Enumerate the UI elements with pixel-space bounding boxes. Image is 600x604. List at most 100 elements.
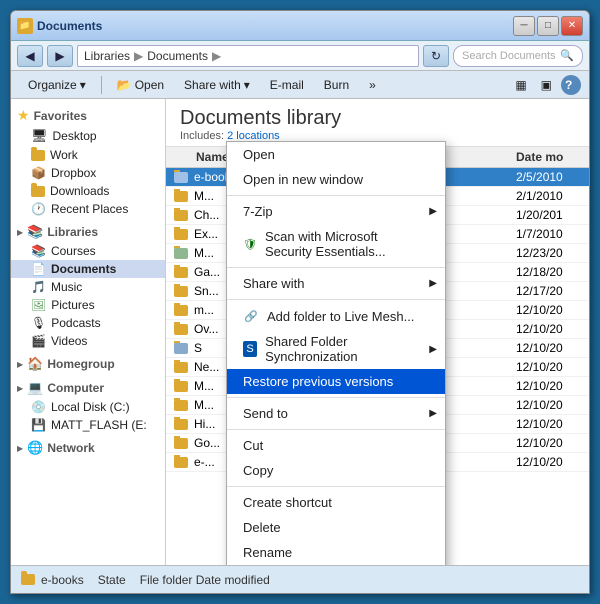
mesh-icon: 🔗 <box>243 308 259 324</box>
computer-icon: 💻 <box>27 380 43 396</box>
folder-icon <box>174 248 188 259</box>
file-date-cell: 12/10/20 <box>516 379 589 393</box>
folder-icon <box>174 305 188 316</box>
toolbar: Organize ▾ 📂 Open Share with ▾ E-mail Bu… <box>11 71 589 99</box>
computer-header[interactable]: ▶ 💻 Computer <box>11 378 165 398</box>
toolbar-separator <box>101 76 102 94</box>
help-button[interactable]: ? <box>561 75 581 95</box>
path-segment[interactable]: Documents <box>147 49 208 63</box>
ctx-open[interactable]: Open <box>227 142 445 167</box>
usb-icon: 💾 <box>31 418 46 432</box>
pictures-icon: 🖼 <box>31 298 46 312</box>
title-bar-left: 📁 Documents <box>17 18 102 34</box>
status-state: State <box>98 573 126 587</box>
maximize-button[interactable]: □ <box>537 16 559 36</box>
sidebar-item-courses[interactable]: 📚 Courses <box>11 242 165 260</box>
pane-button[interactable]: ▣ <box>536 75 557 95</box>
folder-icon <box>174 229 188 240</box>
favorites-header[interactable]: ★ Favorites <box>11 105 165 126</box>
ctx-send-to[interactable]: Send to ▶ <box>227 401 445 426</box>
close-button[interactable]: ✕ <box>561 16 583 36</box>
path-separator: ▶ <box>134 49 143 63</box>
sidebar-item-local-disk[interactable]: 💿 Local Disk (C:) <box>11 398 165 416</box>
view-button[interactable]: ▦ <box>510 75 531 95</box>
folder-icon <box>174 419 188 430</box>
ctx-7zip[interactable]: 7-Zip ▶ <box>227 199 445 224</box>
sidebar-item-recent-places[interactable]: 🕐 Recent Places <box>11 200 165 218</box>
file-date-cell: 12/10/20 <box>516 436 589 450</box>
sidebar-item-videos[interactable]: 🎬 Videos <box>11 332 165 350</box>
window-controls: ─ □ ✕ <box>513 16 583 36</box>
organize-button[interactable]: Organize ▾ <box>19 75 95 95</box>
share-with-button[interactable]: Share with ▾ <box>175 75 259 95</box>
sidebar-item-flash[interactable]: 💾 MATT_FLASH (E: <box>11 416 165 434</box>
network-section: ▶ 🌐 Network <box>11 438 165 458</box>
search-box[interactable]: Search Documents 🔍 <box>453 45 583 67</box>
sidebar-item-pictures[interactable]: 🖼 Pictures <box>11 296 165 314</box>
chevron-down-icon: ▾ <box>80 78 86 92</box>
dropbox-icon: 📦 <box>31 166 46 180</box>
address-bar: ◀ ▶ Libraries ▶ Documents ▶ ↻ Search Doc… <box>11 41 589 71</box>
ctx-share-with[interactable]: Share with ▶ <box>227 271 445 296</box>
homegroup-icon: 🏠 <box>27 356 43 372</box>
sidebar-item-work[interactable]: Work <box>11 146 165 164</box>
ctx-copy[interactable]: Copy <box>227 458 445 483</box>
folder-icon: 📂 <box>117 78 132 92</box>
libraries-header[interactable]: ▶ 📚 Libraries <box>11 222 165 242</box>
ctx-add-live-mesh[interactable]: 🔗 Add folder to Live Mesh... <box>227 303 445 329</box>
ctx-open-new-window[interactable]: Open in new window <box>227 167 445 192</box>
expand-icon: ▶ <box>17 384 23 393</box>
ctx-rename[interactable]: Rename <box>227 540 445 565</box>
ctx-restore-versions[interactable]: Restore previous versions <box>227 369 445 394</box>
ctx-create-shortcut[interactable]: Create shortcut <box>227 490 445 515</box>
sidebar-item-dropbox[interactable]: 📦 Dropbox <box>11 164 165 182</box>
file-date-cell: 12/10/20 <box>516 303 589 317</box>
folder-icon <box>174 324 188 335</box>
main-area: ★ Favorites 🖥 Desktop Work 📦 Dropbox <box>11 99 589 565</box>
folder-icon <box>174 343 188 354</box>
open-button[interactable]: 📂 Open <box>108 75 173 95</box>
folder-icon <box>31 186 45 197</box>
status-folder-icon <box>21 574 35 585</box>
sidebar-item-documents[interactable]: 📄 Documents <box>11 260 165 278</box>
sidebar-item-desktop[interactable]: 🖥 Desktop <box>11 126 165 146</box>
submenu-arrow-icon: ▶ <box>429 408 437 419</box>
window-title: Documents <box>37 19 102 33</box>
minimize-button[interactable]: ─ <box>513 16 535 36</box>
file-date-cell: 12/23/20 <box>516 246 589 260</box>
forward-button[interactable]: ▶ <box>47 45 73 67</box>
status-detail: State <box>98 573 126 587</box>
sidebar-item-downloads[interactable]: Downloads <box>11 182 165 200</box>
more-button[interactable]: » <box>360 75 385 95</box>
homegroup-header[interactable]: ▶ 🏠 Homegroup <box>11 354 165 374</box>
folder-icon <box>174 267 188 278</box>
col-date-header[interactable]: Date mo <box>516 150 589 164</box>
sidebar-item-music[interactable]: 🎵 Music <box>11 278 165 296</box>
file-date-cell: 12/17/20 <box>516 284 589 298</box>
file-date-cell: 12/18/20 <box>516 265 589 279</box>
ctx-scan[interactable]: 🛡 Scan with Microsoft Security Essential… <box>227 224 445 264</box>
burn-button[interactable]: Burn <box>315 75 358 95</box>
courses-icon: 📚 <box>31 244 46 258</box>
ctx-delete[interactable]: Delete <box>227 515 445 540</box>
ctx-shared-sync[interactable]: S Shared Folder Synchronization ▶ <box>227 329 445 369</box>
address-path[interactable]: Libraries ▶ Documents ▶ <box>77 45 419 67</box>
status-bar: e-books State File folder Date modified <box>11 565 589 593</box>
folder-icon <box>174 400 188 411</box>
folder-icon <box>174 381 188 392</box>
refresh-button[interactable]: ↻ <box>423 45 449 67</box>
network-header[interactable]: ▶ 🌐 Network <box>11 438 165 458</box>
submenu-arrow-icon: ▶ <box>429 278 437 289</box>
file-date-cell: 2/1/2010 <box>516 189 589 203</box>
ctx-cut[interactable]: Cut <box>227 433 445 458</box>
podcasts-icon: 🎙 <box>31 316 46 330</box>
network-icon: 🌐 <box>27 440 43 456</box>
status-item-name: e-books <box>41 573 84 587</box>
path-segment[interactable]: Libraries <box>84 49 130 63</box>
sidebar-item-podcasts[interactable]: 🎙 Podcasts <box>11 314 165 332</box>
path-separator: ▶ <box>212 49 221 63</box>
email-button[interactable]: E-mail <box>261 75 313 95</box>
file-date-cell: 1/7/2010 <box>516 227 589 241</box>
status-item: e-books <box>21 573 84 587</box>
back-button[interactable]: ◀ <box>17 45 43 67</box>
